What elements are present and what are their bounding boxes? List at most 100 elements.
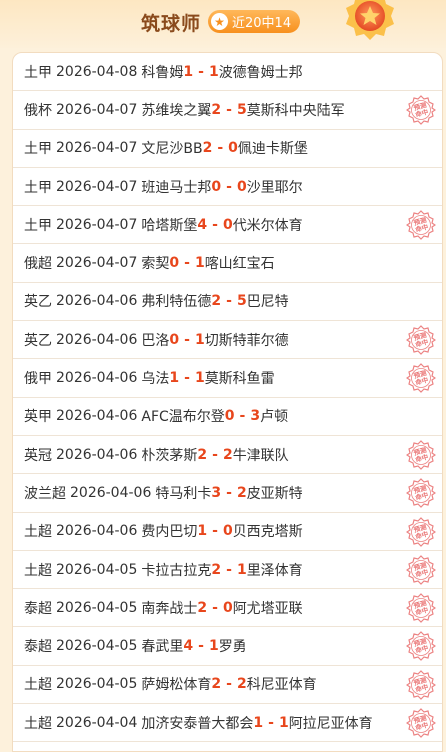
match-row[interactable]: 土超 2026-04-05 萨姆松体育 2-2 科尼亚体育 预测 命中 (13, 666, 442, 705)
home-score: 0 (169, 255, 180, 272)
match-date: 2026-04-07 (56, 140, 138, 157)
away-score: 1 (194, 331, 205, 348)
match-row[interactable]: 土甲 2026-04-07 班迪马士邦 0-0 沙里耶尔 (13, 168, 442, 207)
match-date: 2026-04-07 (56, 101, 138, 118)
home-team: 朴茨茅斯 (141, 447, 198, 464)
home-score: 1 (253, 714, 264, 731)
match-row[interactable]: 泰超 2026-04-05 南奔战士 2-0 阿尤塔亚联 预测 命中 (13, 589, 442, 628)
away-team: 卢顿 (260, 409, 289, 426)
home-team: 春武里 (141, 639, 184, 656)
home-team: AFC温布尔登 (141, 409, 225, 426)
match-row[interactable]: 英甲 2026-04-06 AFC温布尔登 0-3 卢顿 (13, 398, 442, 436)
match-row[interactable]: 俄超 2026-04-07 索契 0-1 喀山红宝石 (13, 244, 442, 283)
match-league: 土超 (24, 677, 52, 694)
away-team: 沙里耶尔 (246, 179, 303, 196)
match-date: 2026-04-06 (56, 408, 138, 425)
score-separator: - (217, 140, 224, 157)
prediction-hit-stamp: 预测命中 (406, 440, 436, 470)
away-score: 1 (278, 714, 289, 731)
match-row[interactable]: 波兰超 2026-04-06 特马利卡 3-2 皮亚斯特 预测 命中 (13, 474, 442, 513)
away-score: 1 (194, 370, 205, 387)
home-score: 2 (211, 101, 222, 118)
match-league: 英冠 (24, 447, 52, 464)
home-team: 乌法 (141, 371, 170, 388)
match-league: 俄甲 (24, 371, 52, 388)
match-row[interactable]: 土甲 2026-04-08 科鲁姆 1-1 波德鲁姆士邦 (13, 53, 442, 92)
away-team: 皮亚斯特 (246, 485, 303, 502)
match-date: 2026-04-07 (56, 255, 138, 272)
home-score: 2 (211, 293, 222, 310)
record-badge-label: 近20中14 (232, 16, 292, 31)
home-score: 2 (197, 599, 208, 616)
score-separator: - (226, 676, 232, 693)
match-league: 土甲 (24, 64, 52, 81)
star-icon: ★ (211, 13, 228, 30)
prediction-hit-stamp: 预测命中 (406, 593, 436, 624)
match-row[interactable]: 土超 2026-04-06 费内巴切 1-0 贝西克塔斯 预测 命中 (13, 513, 442, 551)
score-separator: - (226, 101, 232, 118)
away-score: 1 (194, 255, 205, 272)
match-row[interactable]: 土超 2026-04-04 加济安泰普大都会 1-1 阿拉尼亚体育 预测 命中 (13, 704, 442, 743)
away-team: 代米尔体育 (232, 217, 303, 234)
prediction-hit-stamp: 预测命中 (406, 478, 436, 509)
away-team: 贝西克塔斯 (232, 524, 303, 541)
match-league: 英乙 (24, 332, 52, 349)
match-date: 2026-04-06 (56, 523, 138, 540)
away-score: 5 (236, 101, 247, 118)
match-league: 土甲 (24, 217, 52, 234)
match-date: 2026-04-08 (56, 63, 138, 80)
match-row[interactable]: 俄甲 2026-04-06 乌法 1-1 莫斯科鱼雷 预测 命中 (13, 359, 442, 398)
home-team: 特马利卡 (155, 485, 212, 502)
match-date: 2026-04-05 (56, 599, 138, 616)
home-team: 弗利特伍德 (141, 294, 212, 311)
away-team: 莫斯科中央陆军 (246, 102, 345, 119)
prediction-hit-stamp: 预测命中 (406, 363, 436, 394)
away-team: 阿拉尼亚体育 (288, 715, 373, 732)
score-separator: - (212, 523, 218, 540)
away-team: 喀山红宝石 (204, 256, 275, 273)
away-team: 里泽体育 (246, 562, 303, 579)
away-team: 佩迪卡斯堡 (237, 141, 308, 158)
home-team: 科鲁姆 (141, 64, 184, 81)
home-team: 班迪马士邦 (141, 179, 212, 196)
away-score: 3 (250, 408, 261, 425)
prediction-hit-stamp: 预测命中 (406, 325, 436, 355)
home-team: 费内巴切 (141, 524, 198, 541)
home-team: 萨姆松体育 (141, 677, 212, 694)
match-date: 2026-04-04 (56, 714, 138, 731)
match-row[interactable]: 土超 2026-04-05 卡拉古拉克 2-1 里泽体育 预测 命中 (13, 551, 442, 590)
match-league: 俄超 (24, 256, 52, 273)
match-date: 2026-04-05 (56, 676, 138, 693)
score-separator: - (184, 370, 190, 387)
match-row[interactable]: 泰超 2026-04-05 春武里 4-1 罗勇 预测 命中 (13, 627, 442, 666)
match-row[interactable]: 英乙 2026-04-06 巴洛 0-1 切斯特菲尔德 预测 命中 (13, 321, 442, 360)
match-date: 2026-04-06 (70, 484, 152, 501)
score-separator: - (212, 446, 218, 463)
match-row[interactable]: 英冠 2026-04-06 朴茨茅斯 2-2 牛津联队 预测 命中 (13, 436, 442, 475)
home-score: 4 (183, 638, 194, 655)
score-separator: - (198, 63, 204, 80)
home-team: 索契 (141, 256, 170, 273)
match-league: 英乙 (24, 294, 52, 311)
match-row[interactable]: 俄杯 2026-04-07 苏维埃之翼 2-5 莫斯科中央陆军 预测 命中 (13, 91, 442, 130)
prediction-hit-stamp: 预测命中 (406, 631, 436, 662)
home-score: 1 (169, 370, 180, 387)
match-league: 土超 (24, 524, 52, 541)
match-row[interactable]: 土甲 2026-04-07 文尼沙BB 2-0 佩迪卡斯堡 (13, 130, 442, 168)
away-score: 1 (208, 638, 219, 655)
score-separator: - (212, 216, 218, 233)
home-score: 0 (169, 331, 180, 348)
match-league: 土甲 (24, 179, 52, 196)
medal-icon (346, 0, 394, 40)
home-score: 1 (197, 523, 208, 540)
score-separator: - (268, 714, 274, 731)
away-team: 波德鲁姆士邦 (218, 64, 303, 81)
home-score: 0 (211, 178, 222, 195)
away-team: 阿尤塔亚联 (232, 600, 303, 617)
match-league: 泰超 (24, 639, 52, 656)
home-team: 哈塔斯堡 (141, 217, 198, 234)
match-date: 2026-04-06 (56, 331, 138, 348)
match-row[interactable]: 英乙 2026-04-06 弗利特伍德 2-5 巴尼特 (13, 283, 442, 322)
match-row[interactable]: 土甲 2026-04-07 哈塔斯堡 4-0 代米尔体育 预测 命中 (13, 206, 442, 245)
score-separator: - (212, 599, 218, 616)
